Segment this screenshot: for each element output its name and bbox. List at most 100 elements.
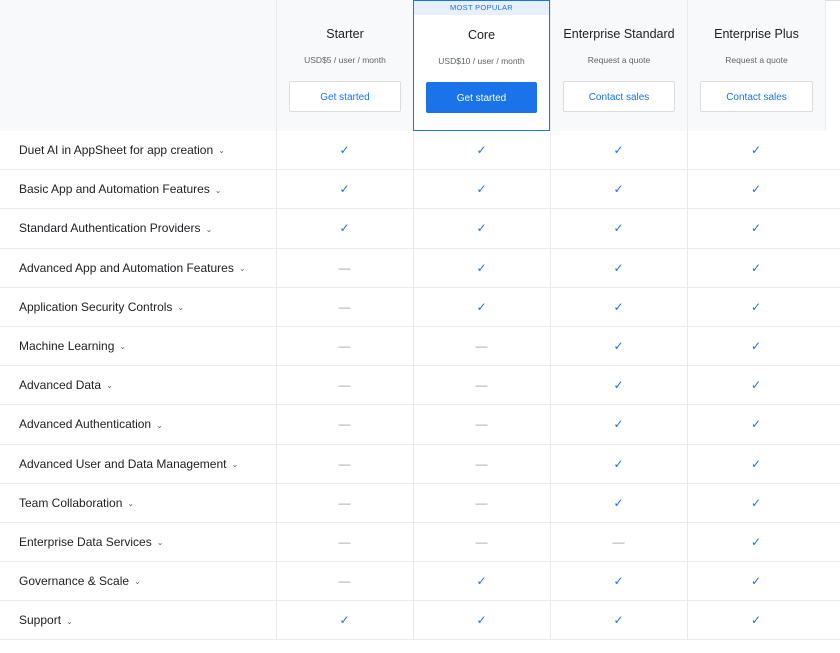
check-icon: ✓ [750,613,762,628]
check-icon: ✓ [750,221,762,236]
feature-row: Advanced App and Automation Features ⌄ — ✓ ✓… [0,248,840,288]
feature-row: Duet AI in AppSheet for app creation ⌄ ✓ ✓ ✓… [0,131,840,171]
dash-icon: — [475,417,488,432]
dash-icon: — [475,495,488,510]
feature-expand-toggle[interactable]: Advanced App and Automation Features ⌄ [19,249,246,288]
feature-label: Advanced User and Data Management [19,456,227,471]
core-get-started-button[interactable]: Get started [426,82,537,113]
dash-icon: — [338,495,351,510]
feature-row: Governance & Scale ⌄ — ✓ ✓ ✓ [0,562,840,602]
feature-label: Governance & Scale [19,574,130,589]
dash-icon: — [338,456,351,471]
check-icon: ✓ [476,221,487,236]
check-icon: ✓ [339,221,350,236]
starter-get-started-button[interactable]: Get started [289,81,401,112]
dash-icon: — [338,299,351,314]
feature-label: Advanced Authentication [19,417,152,432]
check-icon: ✓ [613,574,624,589]
plan-name: Enterprise Standard [563,27,675,41]
plan-price: Request a quote [587,55,651,65]
feature-expand-toggle[interactable]: Enterprise Data Services ⌄ [19,523,163,562]
feature-label: Support [19,613,62,628]
plan-core: MOST POPULAR Core USD$10 / user / month … [413,0,550,131]
check-icon: ✓ [476,613,487,628]
chevron-down-icon: ⌄ [156,420,163,430]
plan-name: Core [467,28,496,42]
header-spacer [0,0,276,131]
feature-expand-toggle[interactable]: Advanced User and Data Management ⌄ [19,445,238,484]
feature-label: Enterprise Data Services [19,534,152,549]
dash-icon: — [475,378,488,393]
check-icon: ✓ [750,456,762,471]
chevron-down-icon: ⌄ [106,381,113,391]
chevron-down-icon: ⌄ [66,616,73,626]
feature-row: Support ⌄ ✓ ✓ ✓ ✓ [0,601,840,641]
feature-row: Advanced Authentication ⌄ — — ✓ ✓ [0,405,840,445]
feature-expand-toggle[interactable]: Support ⌄ [19,601,73,640]
feature-expand-toggle[interactable]: Governance & Scale ⌄ [19,562,141,601]
plan-starter: Starter USD$5 / user / month Get started [276,0,413,131]
check-icon: ✓ [613,613,624,628]
chevron-down-icon: ⌄ [214,185,222,195]
feature-expand-toggle[interactable]: Machine Learning ⌄ [19,327,126,366]
check-icon: ✓ [750,299,762,314]
feature-expand-toggle[interactable]: Application Security Controls ⌄ [19,288,184,327]
feature-label: Team Collaboration [19,495,123,510]
dash-icon: — [338,417,351,432]
check-icon: ✓ [750,260,762,275]
check-icon: ✓ [613,495,624,510]
feature-expand-toggle[interactable]: Team Collaboration ⌄ [19,484,134,523]
feature-expand-toggle[interactable]: Standard Authentication Providers ⌄ [19,209,212,248]
check-icon: ✓ [476,260,487,275]
check-icon: ✓ [339,613,350,628]
feature-expand-toggle[interactable]: Basic App and Automation Features ⌄ [19,170,222,209]
check-icon: ✓ [613,221,624,236]
feature-row: Advanced User and Data Management ⌄ — — ✓ ✓ [0,444,840,484]
dash-icon: — [612,534,625,549]
feature-label: Application Security Controls [19,299,173,314]
chevron-down-icon: ⌄ [127,499,135,509]
dash-icon: — [338,534,351,549]
check-icon: ✓ [613,143,624,157]
dash-icon: — [338,260,351,275]
plan-enterprise-plus: Enterprise Plus Request a quote Contact … [687,0,825,131]
feature-row: Machine Learning ⌄ — — ✓ ✓ [0,326,840,367]
check-icon: ✓ [750,378,762,393]
chevron-down-icon: ⌄ [218,146,225,156]
check-icon: ✓ [339,143,350,157]
feature-row: Standard Authentication Providers ⌄ ✓ ✓ ✓ ✓ [0,209,840,249]
feature-row: Advanced Data ⌄ — — ✓ ✓ [0,366,840,406]
feature-expand-toggle[interactable]: Duet AI in AppSheet for app creation ⌄ [19,131,225,170]
check-icon: ✓ [476,299,487,314]
chevron-down-icon: ⌄ [231,459,239,469]
dash-icon: — [475,338,488,353]
feature-label: Machine Learning [19,338,115,353]
check-icon: ✓ [613,378,624,393]
check-icon: ✓ [613,182,624,197]
check-icon: ✓ [613,417,624,432]
check-icon: ✓ [476,574,487,589]
feature-expand-toggle[interactable]: Advanced Data ⌄ [19,366,113,405]
check-icon: ✓ [750,574,762,589]
enterprise-standard-contact-sales-button[interactable]: Contact sales [563,81,675,112]
plan-price: Request a quote [725,55,788,65]
dash-icon: — [475,534,488,549]
feature-row: Application Security Controls ⌄ — ✓ ✓ ✓ [0,287,840,327]
chevron-down-icon: ⌄ [177,303,185,313]
check-icon: ✓ [613,338,624,353]
dash-icon: — [338,574,351,589]
pricing-header: Starter USD$5 / user / month Get started… [0,0,840,131]
feature-row: Basic App and Automation Features ⌄ ✓ ✓ ✓ ✓ [0,170,840,210]
plan-name: Enterprise Plus [714,27,799,41]
most-popular-badge: MOST POPULAR [414,1,549,15]
feature-label: Advanced App and Automation Features [19,260,234,275]
feature-table: Duet AI in AppSheet for app creation ⌄ ✓ ✓ ✓… [0,131,840,641]
feature-expand-toggle[interactable]: Advanced Authentication ⌄ [19,405,163,444]
check-icon: ✓ [750,417,762,432]
feature-label: Advanced Data [19,378,102,393]
dash-icon: — [338,378,351,393]
feature-label: Duet AI in AppSheet for app creation [19,143,214,157]
enterprise-plus-contact-sales-button[interactable]: Contact sales [700,81,813,112]
dash-icon: — [338,338,351,353]
plan-name: Starter [326,27,364,41]
